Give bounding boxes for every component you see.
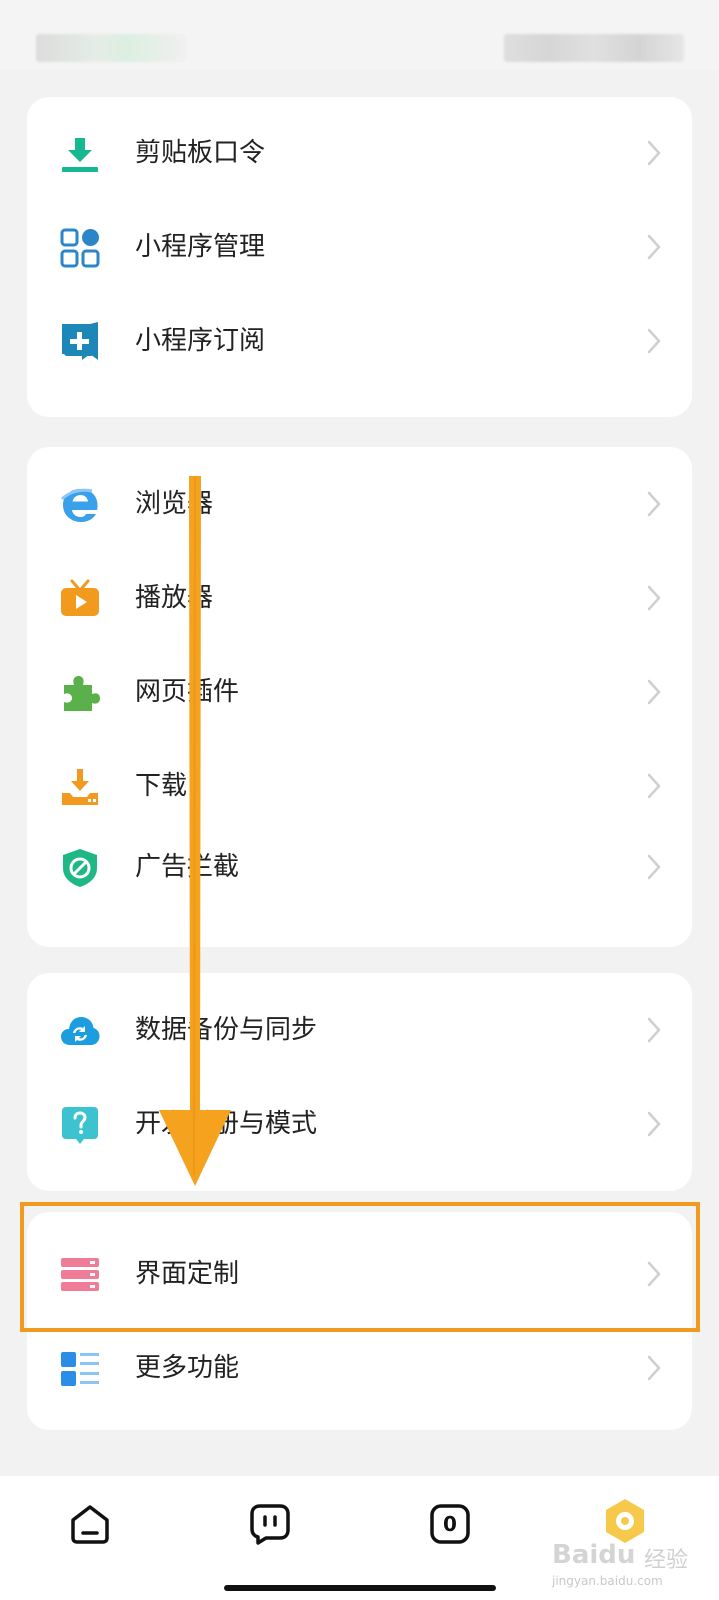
settings-card-3: 数据备份与同步 开发手册与模式 <box>27 973 692 1191</box>
browser-e-icon <box>60 488 98 522</box>
menu-item-label: 剪贴板口令 <box>135 138 266 168</box>
menu-item-label: 网页插件 <box>135 677 240 707</box>
chevron-right-icon <box>647 491 661 517</box>
menu-item-download[interactable]: 下载 <box>27 746 692 826</box>
settings-card-1: 剪贴板口令 小程序管理 小程序订阅 <box>27 97 692 417</box>
help-bubble-icon <box>62 1107 98 1144</box>
menu-item-browser[interactable]: 浏览器 <box>27 464 692 544</box>
menu-item-label: 更多功能 <box>135 1353 240 1383</box>
chevron-right-icon <box>647 328 661 354</box>
chevron-right-icon <box>647 1355 661 1381</box>
menu-item-more-features[interactable]: 更多功能 <box>27 1328 692 1408</box>
menu-item-mini-program-subscribe[interactable]: 小程序订阅 <box>27 301 692 381</box>
shield-block-icon <box>63 849 97 887</box>
chevron-right-icon <box>647 854 661 880</box>
watermark-brand-cn: 经验 <box>644 1548 689 1573</box>
menu-item-label: 浏览器 <box>135 489 214 519</box>
tv-play-icon <box>61 579 99 616</box>
mini-program-grid-icon <box>60 228 100 268</box>
tab-counter-button[interactable]: 0 <box>428 1502 472 1546</box>
chevron-right-icon <box>647 140 661 166</box>
menu-item-dev-manual-mode[interactable]: 开发手册与模式 <box>27 1084 692 1164</box>
menu-item-mini-program-manage[interactable]: 小程序管理 <box>27 207 692 287</box>
status-bar <box>0 0 719 70</box>
chevron-right-icon <box>647 1017 661 1043</box>
menu-item-backup-sync[interactable]: 数据备份与同步 <box>27 990 692 1070</box>
watermark-brand: Baidu <box>552 1540 636 1570</box>
face-icon[interactable] <box>248 1502 292 1546</box>
tab-count-label: 0 <box>443 1512 457 1536</box>
menu-item-clipboard-command[interactable]: 剪贴板口令 <box>27 113 692 193</box>
menu-item-label: 开发手册与模式 <box>135 1109 318 1139</box>
chevron-right-icon <box>647 585 661 611</box>
profile-avatar-icon[interactable] <box>600 1496 650 1546</box>
status-bar-time-blurred <box>36 34 186 62</box>
puzzle-icon <box>64 676 100 711</box>
download-tray-icon <box>62 769 98 805</box>
chevron-right-icon <box>647 773 661 799</box>
settings-card-2: 浏览器 播放器 网页插件 下载 广告拦截 <box>27 447 692 947</box>
chevron-right-icon <box>647 234 661 260</box>
chevron-right-icon <box>647 1111 661 1137</box>
menu-item-player[interactable]: 播放器 <box>27 558 692 638</box>
menu-item-ad-block[interactable]: 广告拦截 <box>27 827 692 907</box>
subscription-bookmark-icon <box>62 322 98 360</box>
home-indicator <box>224 1585 496 1591</box>
menu-item-web-plugins[interactable]: 网页插件 <box>27 652 692 732</box>
status-bar-indicators-blurred <box>504 34 684 62</box>
menu-item-label: 数据备份与同步 <box>135 1015 318 1045</box>
menu-item-label: 小程序订阅 <box>135 326 266 356</box>
chevron-right-icon <box>647 679 661 705</box>
menu-item-label: 播放器 <box>135 583 214 613</box>
more-list-icon <box>61 1352 99 1386</box>
cloud-sync-icon <box>61 1017 100 1045</box>
menu-item-label: 小程序管理 <box>135 232 266 262</box>
menu-item-label: 下载 <box>135 771 188 801</box>
home-icon[interactable] <box>68 1502 112 1546</box>
baidu-jingyan-watermark: Baidu 经验 jingyan.baidu.com <box>552 1540 702 1590</box>
watermark-url: jingyan.baidu.com <box>552 1574 663 1588</box>
menu-item-label: 广告拦截 <box>135 852 240 882</box>
annotation-highlight-box <box>20 1202 700 1332</box>
clipboard-download-icon <box>62 138 98 172</box>
